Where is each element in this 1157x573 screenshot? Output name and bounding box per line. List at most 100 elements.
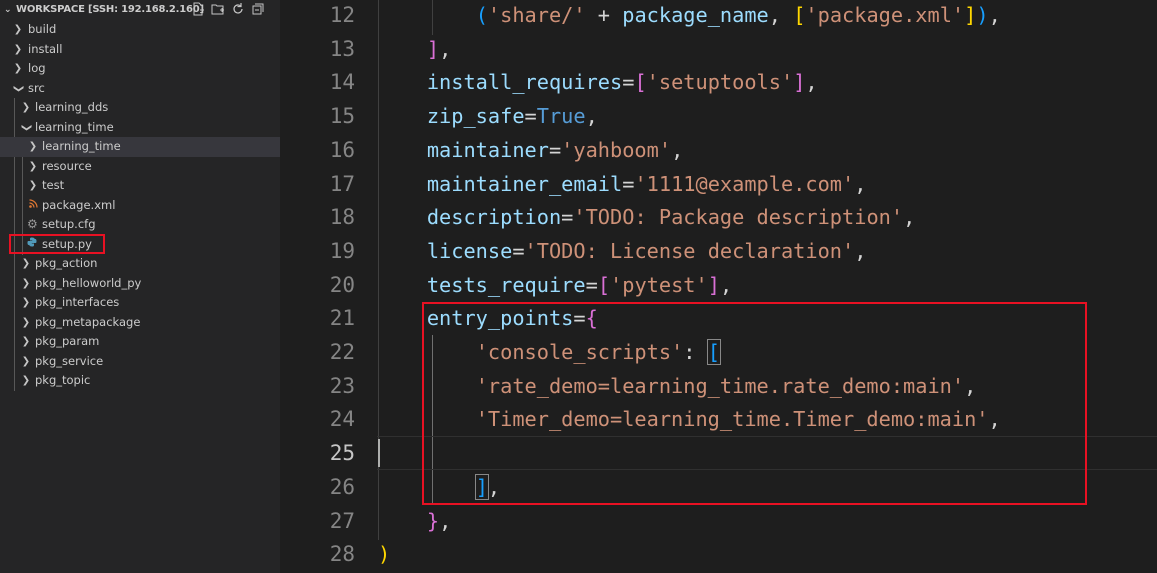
code-line[interactable]: 19 license='TODO: License declaration', [280, 234, 1157, 268]
code-line[interactable]: 12 ('share/' + package_name, ['package.x… [280, 0, 1157, 32]
code-text: tests_require=['pytest'], [378, 268, 732, 302]
code-token: 'package.xml' [805, 3, 965, 27]
code-text: }, [378, 504, 451, 538]
chevron-down-icon: ❯ [20, 123, 32, 132]
tree-item-label: learning_time [35, 119, 114, 134]
code-token: = [622, 70, 635, 95]
tree-item-label: pkg_param [35, 334, 100, 348]
refresh-icon[interactable] [230, 2, 246, 18]
code-line[interactable]: 20 tests_require=['pytest'], [280, 268, 1157, 302]
code-token: 'setuptools' [646, 70, 794, 95]
tree-item-label: pkg_helloworld_py [35, 275, 142, 290]
tree-item-label: learning_time [42, 139, 121, 153]
code-token: 'share/' [487, 3, 586, 27]
tree-item-src[interactable]: ❯ src [0, 79, 280, 99]
line-number: 18 [329, 205, 355, 230]
line-number: 16 [329, 137, 355, 162]
gear-icon: ⚙ [27, 217, 38, 231]
code-token: 'TODO: License declaration' [524, 238, 855, 263]
code-line[interactable]: 13 ], [280, 32, 1157, 66]
rss-icon [28, 196, 38, 216]
chevron-right-icon: ❯ [28, 141, 38, 152]
code-token: , [768, 3, 794, 27]
tree-item-pkg-param[interactable]: ❯ pkg_param [0, 332, 280, 352]
code-line[interactable]: 18 description='TODO: Package descriptio… [280, 200, 1157, 234]
tree-item-label: src [28, 80, 45, 95]
code-token: , [719, 272, 733, 297]
code-token: ] [426, 36, 440, 61]
code-line[interactable]: 27 }, [280, 504, 1157, 538]
tree-item-build[interactable]: ❯ build [0, 20, 280, 40]
code-token: = [524, 104, 537, 129]
code-line[interactable]: 14 install_requires=['setuptools'], [280, 65, 1157, 99]
tree-item-pkg-service[interactable]: ❯ pkg_service [0, 352, 280, 372]
tree-item-resource[interactable]: ❯ resource [0, 157, 280, 177]
code-token: ] [793, 70, 806, 95]
code-line[interactable]: 28) [280, 537, 1157, 571]
code-token: = [622, 171, 635, 196]
code-token: package_name [622, 3, 769, 27]
code-token: , [585, 104, 598, 129]
tree-item-learning-time[interactable]: ❯ learning_time [0, 118, 280, 138]
line-number: 13 [329, 36, 355, 61]
chevron-right-icon: ❯ [13, 63, 23, 74]
tree-item-label: pkg_interfaces [35, 295, 120, 309]
code-line[interactable]: 15 zip_safe=True, [280, 99, 1157, 133]
code-token: , [805, 70, 818, 95]
tree-item-pkg-interfaces[interactable]: ❯ pkg_interfaces [0, 293, 280, 313]
code-token: install_requires [426, 70, 623, 95]
chevron-right-icon: ❯ [21, 316, 31, 328]
tree-item-pkg-metapackage[interactable]: ❯ pkg_metapackage [0, 313, 280, 333]
collapse-all-icon[interactable] [250, 2, 266, 18]
code-text: maintainer_email='1111@example.com', [378, 167, 867, 201]
code-token: , [903, 205, 916, 230]
code-token: ] [707, 272, 720, 297]
chevron-right-icon: ❯ [21, 297, 31, 308]
code-line[interactable]: 17 maintainer_email='1111@example.com', [280, 167, 1157, 201]
code-token: description [426, 205, 562, 230]
tree-item-setup-cfg[interactable]: ⚙ setup.cfg [0, 215, 280, 235]
tree-item-test[interactable]: ❯ test [0, 176, 280, 196]
code-token: ( [475, 3, 488, 27]
chevron-down-icon: ❯ [12, 84, 24, 93]
chevron-right-icon: ❯ [13, 43, 23, 55]
code-token: + [585, 3, 623, 27]
chevron-right-icon: ❯ [28, 160, 38, 172]
tree-item-learning-dds[interactable]: ❯ learning_dds [0, 98, 280, 118]
code-text: zip_safe=True, [378, 99, 598, 133]
tree-item-learning-time-pkg[interactable]: ❯ learning_time [0, 137, 280, 157]
tree-item-label: pkg_topic [35, 373, 91, 387]
tree-item-install[interactable]: ❯ install [0, 40, 280, 60]
chevron-right-icon: ❯ [21, 336, 31, 347]
tree-item-pkg-action[interactable]: ❯ pkg_action [0, 254, 280, 274]
tree-item-label: pkg_metapackage [35, 314, 141, 329]
tree-item-pkg-helloworld-py[interactable]: ❯ pkg_helloworld_py [0, 274, 280, 294]
workspace-header[interactable]: ⌄ WORKSPACE [SSH: 192.168.2.160] [0, 0, 280, 20]
code-line[interactable]: 16 maintainer='yahboom', [280, 133, 1157, 167]
code-token: , [854, 238, 867, 263]
tree-item-package-xml[interactable]: package.xml [0, 196, 280, 216]
tree-item-label: package.xml [42, 197, 116, 212]
code-editor[interactable]: 12 ('share/' + package_name, ['package.x… [280, 0, 1157, 573]
code-token: [ [793, 3, 806, 27]
code-token: [ [597, 272, 611, 297]
line-number: 27 [329, 508, 355, 533]
code-token: } [426, 508, 440, 533]
explorer-sidebar: ⌄ WORKSPACE [SSH: 192.168.2.160] ❯ build… [0, 0, 280, 573]
new-file-icon[interactable] [190, 2, 206, 18]
chevron-right-icon: ❯ [21, 355, 31, 367]
code-token: ) [976, 3, 989, 27]
entry-points-highlight-box [422, 302, 1087, 505]
tree-item-pkg-topic[interactable]: ❯ pkg_topic [0, 371, 280, 391]
new-folder-icon[interactable] [210, 2, 226, 18]
tree-item-log[interactable]: ❯ log [0, 59, 280, 79]
chevron-right-icon: ❯ [13, 24, 23, 35]
tree-item-label: learning_dds [35, 100, 109, 114]
code-token: '1111@example.com' [634, 171, 855, 196]
